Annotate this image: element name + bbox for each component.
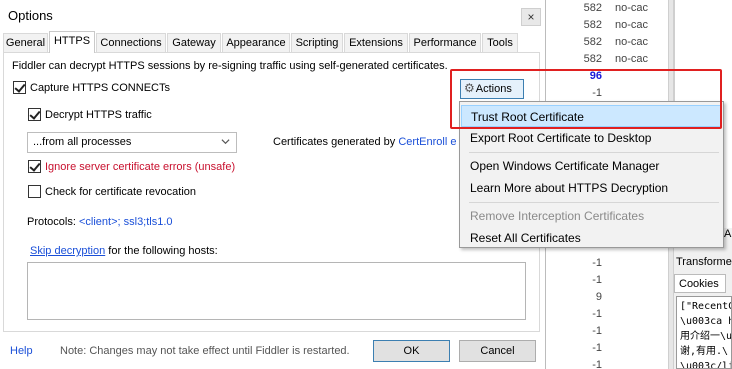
cert-generator-link-tail[interactable]: e — [450, 136, 456, 148]
ok-button[interactable]: OK — [373, 340, 450, 362]
tab-tools[interactable]: Tools — [482, 33, 518, 52]
session-row[interactable]: -1 — [540, 323, 668, 341]
actions-menu: Trust Root Certificate Export Root Certi… — [459, 101, 724, 248]
skip-decryption-link[interactable]: Skip decryption — [30, 245, 105, 257]
menu-item-open-certificate-manager[interactable]: Open Windows Certificate Manager — [461, 155, 722, 177]
process-filter-value: ...from all processes — [33, 136, 132, 148]
inspector-tab-a[interactable]: A — [724, 228, 732, 244]
check-revocation-checkbox[interactable] — [28, 185, 41, 198]
session-row[interactable]: 96 — [540, 68, 668, 86]
tab-https[interactable]: HTTPS — [49, 31, 95, 53]
protocols-link[interactable]: <client>; ssl3;tls1.0 — [79, 216, 173, 228]
tab-appearance[interactable]: Appearance — [222, 33, 290, 52]
response-raw-text[interactable]: ["RecentC \u003ca h 用介绍一\u 谢,有用.\ \u003c… — [676, 296, 732, 369]
decrypt-traffic-label: Decrypt HTTPS traffic — [45, 109, 152, 121]
session-row[interactable]: -1 — [540, 340, 668, 358]
close-button[interactable]: × — [521, 8, 541, 26]
tab-cookies[interactable]: Cookies — [674, 274, 726, 293]
cert-generator-text: Certificates generated by CertEnroll e — [273, 136, 456, 148]
menu-item-reset-all-certificates[interactable]: Reset All Certificates — [461, 227, 722, 249]
menu-item-export-root-certificate[interactable]: Export Root Certificate to Desktop — [461, 127, 722, 149]
menu-separator — [469, 152, 719, 153]
tab-connections[interactable]: Connections — [96, 33, 166, 52]
menu-item-trust-root-certificate[interactable]: Trust Root Certificate — [461, 105, 722, 127]
skip-hosts-textarea[interactable] — [27, 262, 526, 320]
menu-separator — [469, 202, 719, 203]
tab-transformer[interactable]: Transforme — [676, 256, 732, 268]
dialog-title: Options — [8, 8, 53, 23]
check-revocation-label: Check for certificate revocation — [45, 186, 197, 198]
protocols-label: Protocols: — [27, 216, 76, 228]
ignore-errors-label: Ignore server certificate errors (unsafe… — [45, 161, 236, 173]
session-row[interactable]: 9 — [540, 289, 668, 307]
ignore-errors-checkbox[interactable] — [28, 160, 41, 173]
actions-button[interactable]: ⚙Actions — [460, 79, 524, 99]
tab-scripting[interactable]: Scripting — [291, 33, 343, 52]
tab-performance[interactable]: Performance — [409, 33, 481, 52]
tab-gateway[interactable]: Gateway — [167, 33, 221, 52]
cert-generated-prefix: Certificates generated by — [273, 136, 396, 148]
decrypt-traffic-checkbox[interactable] — [28, 108, 41, 121]
menu-item-learn-more[interactable]: Learn More about HTTPS Decryption — [461, 177, 722, 199]
session-row[interactable]: -1 — [540, 272, 668, 290]
gear-icon: ⚙ — [464, 81, 475, 95]
session-row[interactable]: -1 — [540, 357, 668, 369]
tab-extensions[interactable]: Extensions — [344, 33, 408, 52]
https-description: Fiddler can decrypt HTTPS sessions by re… — [12, 60, 448, 72]
session-row[interactable]: 582 no-cac — [540, 0, 668, 18]
restart-note: Note: Changes may not take effect until … — [60, 345, 350, 357]
process-filter-select[interactable]: ...from all processes — [27, 132, 237, 153]
protocols-row: Protocols: <client>; ssl3;tls1.0 — [27, 216, 173, 228]
session-row[interactable]: 582 no-cac — [540, 17, 668, 35]
actions-label: Actions — [475, 83, 512, 95]
capture-connects-checkbox[interactable] — [13, 81, 26, 94]
cancel-button[interactable]: Cancel — [459, 340, 536, 362]
cert-generator-link[interactable]: CertEnroll — [398, 136, 447, 148]
chevron-down-icon — [221, 139, 230, 145]
skip-decryption-text: for the following hosts: — [108, 245, 218, 257]
skip-decryption-row: Skip decryption for the following hosts: — [30, 245, 218, 257]
menu-item-remove-interception-certificates: Remove Interception Certificates — [470, 209, 645, 223]
capture-connects-label: Capture HTTPS CONNECTs — [30, 82, 170, 94]
help-link[interactable]: Help — [10, 345, 33, 357]
session-row[interactable]: -1 — [540, 306, 668, 324]
session-row[interactable]: 582 no-cac — [540, 51, 668, 69]
session-row[interactable]: -1 — [540, 255, 668, 273]
tab-general[interactable]: General — [3, 33, 48, 52]
session-row[interactable]: 582 no-cac — [540, 34, 668, 52]
